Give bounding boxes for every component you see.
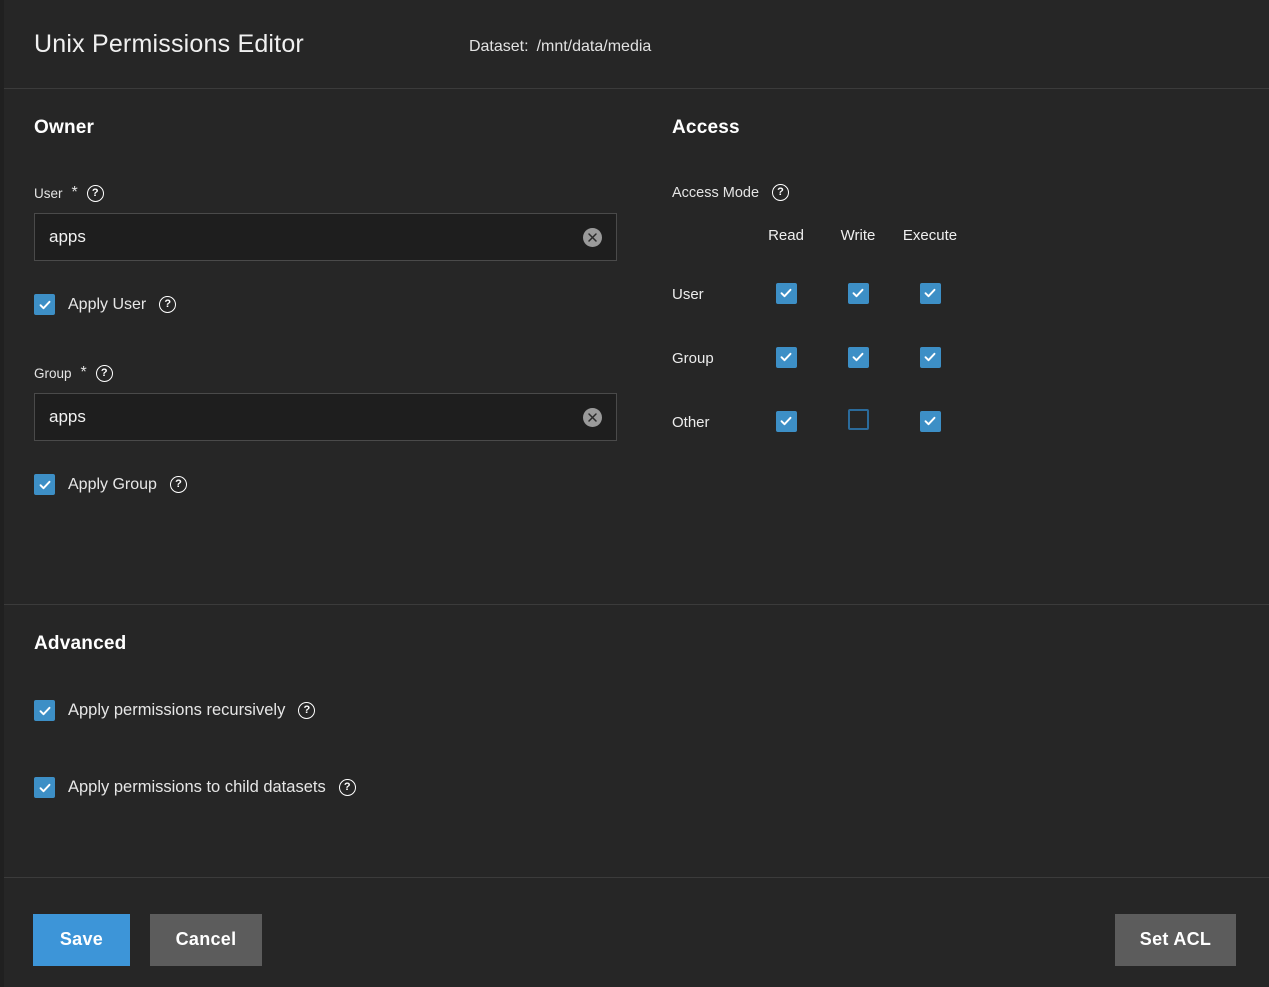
apply-recursively-checkbox[interactable] bbox=[34, 700, 55, 721]
page-title: Unix Permissions Editor bbox=[34, 30, 304, 59]
page-header: Unix Permissions Editor Dataset: /mnt/da… bbox=[0, 0, 1269, 89]
access-mode-row: Access Mode ? bbox=[672, 184, 1269, 201]
row-label-other: Other bbox=[672, 390, 750, 454]
permissions-header-row: Read Write Execute bbox=[672, 227, 966, 262]
owner-access-section: Owner User * ? bbox=[0, 89, 1269, 605]
cell-other-execute bbox=[894, 390, 966, 454]
apply-group-label: Apply Group bbox=[68, 476, 157, 494]
user-input[interactable] bbox=[49, 214, 583, 260]
help-circle-icon[interactable]: ? bbox=[298, 702, 315, 719]
group-input[interactable] bbox=[49, 394, 583, 440]
apply-child-datasets-checkbox[interactable] bbox=[34, 777, 55, 798]
dataset-path: /mnt/data/media bbox=[537, 38, 652, 56]
table-row: Other bbox=[672, 390, 966, 454]
apply-recursively-label: Apply permissions recursively bbox=[68, 701, 285, 720]
help-circle-icon[interactable]: ? bbox=[96, 365, 113, 382]
help-circle-icon[interactable]: ? bbox=[772, 184, 789, 201]
checkbox-user-read[interactable] bbox=[776, 283, 797, 304]
column-header-write: Write bbox=[822, 227, 894, 262]
apply-user-label: Apply User bbox=[68, 296, 146, 314]
table-row: User bbox=[672, 262, 966, 326]
cell-group-read bbox=[750, 326, 822, 390]
action-bar: Save Cancel Set ACL bbox=[0, 877, 1269, 987]
user-input-wrapper[interactable] bbox=[34, 213, 617, 261]
cell-user-read bbox=[750, 262, 822, 326]
cell-group-execute bbox=[894, 326, 966, 390]
checkbox-other-read[interactable] bbox=[776, 411, 797, 432]
matrix-corner-cell bbox=[672, 227, 750, 262]
group-input-wrapper[interactable] bbox=[34, 393, 617, 441]
help-circle-icon[interactable]: ? bbox=[87, 185, 104, 202]
cell-other-write bbox=[822, 390, 894, 454]
table-row: Group bbox=[672, 326, 966, 390]
cell-user-execute bbox=[894, 262, 966, 326]
checkbox-group-execute[interactable] bbox=[920, 347, 941, 368]
apply-child-datasets-label: Apply permissions to child datasets bbox=[68, 778, 326, 797]
checkbox-other-execute[interactable] bbox=[920, 411, 941, 432]
advanced-heading: Advanced bbox=[34, 633, 1269, 655]
checkbox-group-read[interactable] bbox=[776, 347, 797, 368]
left-edge-strip bbox=[0, 0, 4, 987]
column-header-read: Read bbox=[750, 227, 822, 262]
checkbox-user-write[interactable] bbox=[848, 283, 869, 304]
access-heading: Access bbox=[672, 117, 1269, 139]
row-label-group: Group bbox=[672, 326, 750, 390]
group-required-asterisk: * bbox=[81, 364, 87, 382]
help-circle-icon[interactable]: ? bbox=[170, 476, 187, 493]
group-field-label-row: Group * ? bbox=[34, 364, 636, 382]
cancel-button[interactable]: Cancel bbox=[150, 914, 262, 966]
primary-actions: Save Cancel bbox=[33, 914, 262, 966]
user-required-asterisk: * bbox=[72, 184, 78, 202]
save-button[interactable]: Save bbox=[33, 914, 130, 966]
checkbox-group-write[interactable] bbox=[848, 347, 869, 368]
permissions-matrix: Read Write Execute User bbox=[672, 227, 966, 454]
form-body: Owner User * ? bbox=[0, 89, 1269, 877]
row-label-user: User bbox=[672, 262, 750, 326]
apply-user-checkbox[interactable] bbox=[34, 294, 55, 315]
set-acl-button[interactable]: Set ACL bbox=[1115, 914, 1236, 966]
user-field-label-row: User * ? bbox=[34, 184, 636, 202]
dataset-label: Dataset: bbox=[469, 38, 529, 56]
access-column: Access Access Mode ? Read Write Execute bbox=[636, 89, 1269, 604]
user-label: User bbox=[34, 186, 63, 201]
group-label: Group bbox=[34, 366, 72, 381]
advanced-section: Advanced Apply permissions recursively ?… bbox=[0, 605, 1269, 877]
apply-group-checkbox[interactable] bbox=[34, 474, 55, 495]
help-circle-icon[interactable]: ? bbox=[339, 779, 356, 796]
cell-user-write bbox=[822, 262, 894, 326]
cell-other-read bbox=[750, 390, 822, 454]
owner-heading: Owner bbox=[34, 117, 636, 139]
help-circle-icon[interactable]: ? bbox=[159, 296, 176, 313]
apply-user-row[interactable]: Apply User ? bbox=[34, 294, 636, 315]
owner-column: Owner User * ? bbox=[0, 89, 636, 604]
access-mode-label: Access Mode bbox=[672, 185, 759, 201]
clear-circle-icon[interactable] bbox=[583, 228, 602, 247]
apply-recursively-row[interactable]: Apply permissions recursively ? bbox=[34, 700, 1269, 721]
dataset-info: Dataset: /mnt/data/media bbox=[469, 32, 651, 56]
checkbox-user-execute[interactable] bbox=[920, 283, 941, 304]
checkbox-other-write[interactable] bbox=[848, 409, 869, 430]
cell-group-write bbox=[822, 326, 894, 390]
clear-circle-icon[interactable] bbox=[583, 408, 602, 427]
column-header-execute: Execute bbox=[894, 227, 966, 262]
apply-child-datasets-row[interactable]: Apply permissions to child datasets ? bbox=[34, 777, 1269, 798]
apply-group-row[interactable]: Apply Group ? bbox=[34, 474, 636, 495]
unix-permissions-editor-page: Unix Permissions Editor Dataset: /mnt/da… bbox=[0, 0, 1269, 987]
secondary-actions: Set ACL bbox=[1115, 914, 1236, 966]
